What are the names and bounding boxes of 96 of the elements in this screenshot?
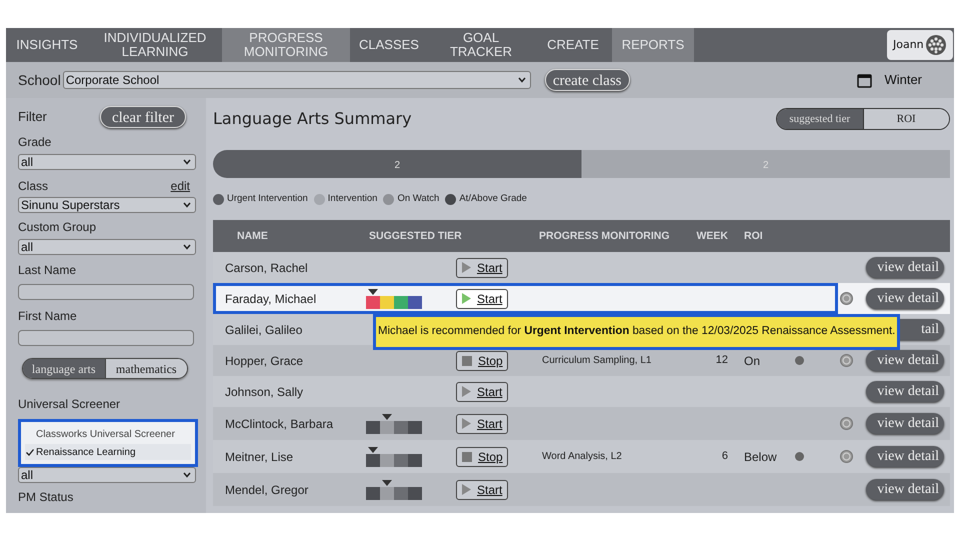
column-header: PROGRESS MONITORING [538, 230, 670, 242]
start-button[interactable]: Start [456, 480, 508, 500]
column-header: SUGGESTED TIER [368, 230, 463, 242]
chevron-icon [183, 202, 191, 208]
view-detail-button[interactable]: view detail [866, 288, 944, 309]
pm-method: Curriculum Sampling, L1 [541, 354, 652, 368]
last-name-field[interactable] [18, 284, 194, 300]
nav-tab[interactable]: CREATE [534, 28, 612, 62]
view-detail-button[interactable]: view detail [866, 446, 944, 467]
stop-icon [462, 452, 472, 462]
data-label: 2 [394, 160, 400, 171]
filter-title: Filter [18, 108, 47, 126]
view-detail-button[interactable]: view detail [866, 381, 944, 402]
first-name-field[interactable] [18, 330, 194, 346]
week-cell-text: 12 [714, 353, 728, 368]
globe-icon [925, 34, 947, 56]
table-row[interactable]: Mendel, Gregor Start view detail [213, 473, 950, 506]
nav-tab[interactable]: INSIGHTS [6, 28, 88, 62]
user-button[interactable]: Joann [887, 30, 953, 60]
roi-cell-text: On [743, 352, 762, 370]
badge-icon[interactable] [840, 417, 853, 430]
column-header: WEEK [696, 230, 728, 242]
legend-label: Urgent Intervention [227, 192, 308, 206]
field-label: Grade [18, 134, 52, 151]
view-tab[interactable]: suggested tier [777, 109, 862, 129]
chevron-icon [518, 77, 526, 83]
start-button[interactable]: Start [456, 382, 508, 402]
chevron-icon [183, 159, 191, 165]
play-icon [462, 386, 471, 397]
class-select[interactable]: Sinunu Superstars [18, 197, 196, 213]
legend-label: At/Above Grade [459, 192, 527, 206]
calendar-icon[interactable] [857, 72, 872, 88]
nav-tab[interactable]: CLASSES [350, 28, 428, 62]
check-icon [26, 448, 34, 456]
student-name: Hopper, Grace [224, 352, 304, 370]
view-detail-button[interactable]: view detail [866, 350, 944, 371]
student-name: Faraday, Michael [224, 290, 318, 308]
field-label: Custom Group [18, 219, 98, 236]
chevron-icon [183, 244, 191, 250]
stop-icon [462, 356, 472, 366]
nav-tab[interactable]: INDIVIDUALIZED LEARNING [88, 28, 222, 62]
view-detail-button[interactable]: view detail [866, 479, 944, 500]
pm-method: Word Analysis, L2 [541, 450, 623, 464]
stop-button[interactable]: Stop [456, 350, 508, 370]
student-name: Mendel, Gregor [224, 482, 310, 498]
screener-select[interactable]: all [18, 467, 196, 483]
field-label: Universal Screener [18, 396, 122, 413]
student-name: Meitner, Lise [224, 448, 294, 466]
play-icon [462, 418, 471, 429]
student-name: Johnson, Sally [224, 384, 304, 400]
field-label: School [18, 70, 61, 90]
student-name: Galilei, Galileo [224, 322, 304, 338]
season-label: Winter [884, 71, 922, 90]
start-button[interactable]: Start [456, 288, 508, 308]
field-label: PM Status [18, 489, 74, 506]
data-label: 2 [762, 160, 769, 171]
clear-filter-button[interactable]: clear filter [100, 106, 186, 128]
create-class-button[interactable]: create class [544, 69, 630, 91]
menu-item[interactable]: Classworks Universal Screener [25, 426, 191, 442]
roi-cell-text: Below [743, 448, 778, 466]
view-detail-button[interactable]: view detail [866, 257, 944, 278]
summary-title: Language Arts Summary [213, 108, 412, 130]
group-select[interactable]: all [18, 239, 196, 255]
subject-tab[interactable]: language arts [23, 359, 104, 378]
school-select[interactable]: Corporate School [62, 71, 531, 89]
legend-label: On Watch [397, 192, 440, 206]
table-row[interactable]: Faraday, Michael Start view detail [213, 283, 950, 314]
view-tab[interactable]: ROI [862, 109, 949, 129]
play-icon [462, 262, 471, 273]
play-icon [462, 484, 471, 495]
play-icon [462, 293, 471, 304]
nav-tab[interactable]: GOAL TRACKER [428, 28, 534, 62]
column-header: ROI [743, 230, 764, 242]
table-row[interactable]: McClintock, Barbara Start view detail [213, 407, 950, 440]
student-name: McClintock, Barbara [224, 416, 334, 432]
badge-icon[interactable] [840, 450, 853, 463]
week-cell-text: 6 [720, 449, 728, 464]
subject-tab[interactable]: mathematics [104, 359, 187, 378]
chevron-icon [183, 472, 191, 478]
menu-item[interactable]: Renaissance Learning [25, 444, 191, 460]
tooltip: Michael is recommended for Urgent Intervention based on the 12/03/2025 Renaissance Assessment. [373, 314, 900, 350]
field-label: Last Name [18, 262, 78, 279]
start-button[interactable]: Start [456, 258, 508, 278]
student-name: Carson, Rachel [224, 260, 309, 276]
legend-label: Intervention [328, 192, 378, 206]
column-header: NAME [236, 230, 269, 242]
view-detail-button[interactable]: view detail [866, 413, 944, 434]
badge-icon[interactable] [840, 292, 853, 305]
grade-select[interactable]: all [18, 154, 196, 170]
badge-icon[interactable] [840, 354, 853, 367]
field-label: Class [18, 178, 48, 195]
field-label: First Name [18, 308, 78, 325]
edit-link[interactable]: edit [170, 177, 190, 195]
screener-menu[interactable]: Classworks Universal Screener Renaissance Learning [18, 419, 198, 467]
start-button[interactable]: Start [456, 414, 508, 434]
stop-button[interactable]: Stop [456, 446, 508, 466]
